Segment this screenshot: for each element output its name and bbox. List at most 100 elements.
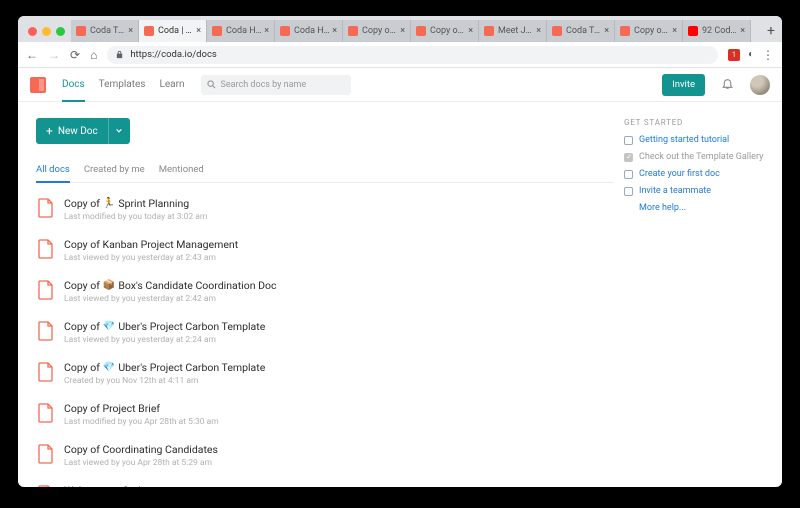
header-nav-item[interactable]: Learn — [159, 69, 184, 101]
forward-icon[interactable]: → — [48, 48, 60, 62]
browser-tab[interactable]: Coda Temp× — [71, 20, 139, 42]
notifications-icon[interactable] — [721, 77, 734, 93]
sidebar-item[interactable]: Getting started tutorial — [624, 135, 764, 145]
doc-icon — [38, 403, 54, 423]
new-doc-button[interactable]: + New Doc — [36, 118, 108, 144]
filter-tab[interactable]: Created by me — [84, 158, 145, 182]
doc-row[interactable]: Copy of 📦 Box's Candidate Coordination D… — [36, 271, 614, 312]
favicon — [76, 26, 86, 36]
close-tab-icon[interactable]: × — [196, 26, 201, 36]
close-tab-icon[interactable]: × — [468, 26, 473, 36]
extension-badge[interactable]: 1 — [728, 49, 740, 61]
doc-row[interactable]: Copy of 💎 Uber's Project Carbon Template… — [36, 312, 614, 353]
omnibox[interactable]: https://coda.io/docs — [107, 46, 718, 64]
browser-menu-icon[interactable]: ⋮ — [762, 48, 774, 62]
search-input[interactable]: Search docs by name — [201, 75, 351, 95]
more-help-link[interactable]: More help... — [639, 203, 764, 213]
doc-emoji: 💎 — [103, 361, 115, 375]
new-doc-dropdown[interactable] — [108, 118, 130, 144]
sidebar-item[interactable]: Invite a teammate — [624, 186, 764, 196]
profile-icon[interactable]: ◐ — [748, 49, 754, 60]
sidebar-item-label: Check out the Template Gallery — [639, 152, 763, 162]
browser-address-bar: ← → ⟳ ⌂ https://coda.io/docs 1 ◐ ⋮ — [18, 42, 782, 68]
doc-meta: Last modified by you today at 3:02 am — [64, 212, 612, 222]
checkbox-icon — [624, 153, 633, 162]
doc-title: Copy of 🏃 Sprint Planning — [64, 197, 612, 211]
checkbox-icon — [624, 170, 633, 179]
doc-row[interactable]: Copy of Coordinating CandidatesLast view… — [36, 435, 614, 476]
browser-tab[interactable]: Meet Jenn× — [479, 20, 547, 42]
doc-title: Copy of 💎 Uber's Project Carbon Template — [64, 361, 612, 375]
tab-title: Coda Temp — [566, 26, 602, 36]
close-tab-icon[interactable]: × — [604, 26, 609, 36]
doc-row[interactable]: Welcome to CodaLast viewed by you Mar 21… — [36, 476, 614, 487]
close-tab-icon[interactable]: × — [128, 26, 133, 36]
doc-icon — [38, 485, 54, 487]
window-controls[interactable] — [24, 27, 71, 42]
browser-tab[interactable]: Copy of 🏃× — [343, 20, 411, 42]
doc-row[interactable]: Copy of Kanban Project ManagementLast vi… — [36, 230, 614, 271]
minimize-window-icon[interactable] — [42, 27, 51, 36]
tab-title: Coda Temp — [90, 26, 126, 36]
sidebar-item-label: Getting started tutorial — [639, 135, 729, 145]
browser-window: Coda Temp×Coda | Docs×Coda Help×Coda Hel… — [18, 16, 782, 487]
browser-tab[interactable]: Coda Help× — [207, 20, 275, 42]
close-tab-icon[interactable]: × — [740, 26, 745, 36]
doc-filters: All docs Created by me Mentioned — [36, 158, 614, 183]
lock-icon — [115, 50, 124, 59]
doc-name: Copy of Coordinating Candidates — [64, 443, 218, 457]
favicon — [212, 26, 222, 36]
browser-tab[interactable]: Coda Temp× — [547, 20, 615, 42]
browser-tab[interactable]: Coda Help× — [275, 20, 343, 42]
avatar[interactable] — [750, 75, 770, 95]
main-column: + New Doc All docs Created by me Mentioned… — [36, 118, 614, 487]
close-tab-icon[interactable]: × — [672, 26, 677, 36]
nav-icons: ← → ⟳ ⌂ — [26, 48, 97, 62]
doc-emoji: 💎 — [103, 320, 115, 334]
close-tab-icon[interactable]: × — [536, 26, 541, 36]
browser-tab[interactable]: Copy of 📦× — [615, 20, 683, 42]
doc-icon — [38, 198, 54, 218]
reload-icon[interactable]: ⟳ — [70, 48, 80, 62]
close-window-icon[interactable] — [28, 27, 37, 36]
header-nav: Docs Templates Learn — [62, 69, 185, 101]
browser-tab[interactable]: 92 Coda R× — [683, 20, 751, 42]
home-icon[interactable]: ⌂ — [90, 48, 97, 62]
doc-title: Copy of Coordinating Candidates — [64, 443, 612, 457]
filter-tab[interactable]: All docs — [36, 158, 70, 183]
checkbox-icon — [624, 187, 633, 196]
doc-list: Copy of 🏃 Sprint PlanningLast modified b… — [36, 189, 614, 487]
browser-tab[interactable]: Copy of Ka× — [411, 20, 479, 42]
sidebar-item[interactable]: Create your first doc — [624, 169, 764, 179]
new-doc-label: New Doc — [58, 126, 98, 137]
close-tab-icon[interactable]: × — [264, 26, 269, 36]
doc-name: Copy of Project Brief — [64, 402, 160, 416]
new-tab-button[interactable]: + — [760, 20, 782, 42]
doc-row[interactable]: Copy of 🏃 Sprint PlanningLast modified b… — [36, 189, 614, 230]
header-nav-item[interactable]: Docs — [62, 69, 85, 102]
invite-button[interactable]: Invite — [662, 74, 705, 96]
tab-title: Copy of 🏃 — [362, 26, 398, 36]
close-tab-icon[interactable]: × — [400, 26, 405, 36]
browser-tab[interactable]: Coda | Docs× — [139, 20, 207, 42]
header-nav-item[interactable]: Templates — [99, 69, 146, 101]
back-icon[interactable]: ← — [26, 48, 38, 62]
coda-logo[interactable] — [30, 77, 46, 93]
browser-tabstrip: Coda Temp×Coda | Docs×Coda Help×Coda Hel… — [18, 16, 782, 42]
doc-title: Copy of Kanban Project Management — [64, 238, 612, 252]
checkbox-icon — [624, 136, 633, 145]
doc-row[interactable]: Copy of Project BriefLast modified by yo… — [36, 394, 614, 435]
sidebar-item[interactable]: Check out the Template Gallery — [624, 152, 764, 162]
doc-name: Uber's Project Carbon Template — [118, 320, 265, 334]
tab-title: Coda | Docs — [158, 26, 194, 36]
browser-tabs: Coda Temp×Coda | Docs×Coda Help×Coda Hel… — [71, 20, 760, 42]
doc-icon — [38, 444, 54, 464]
maximize-window-icon[interactable] — [56, 27, 65, 36]
close-tab-icon[interactable]: × — [332, 26, 337, 36]
tab-title: Coda Help — [294, 26, 330, 36]
new-doc-group: + New Doc — [36, 118, 614, 144]
favicon — [484, 26, 494, 36]
doc-title: Copy of 💎 Uber's Project Carbon Template — [64, 320, 612, 334]
filter-tab[interactable]: Mentioned — [159, 158, 204, 182]
doc-row[interactable]: Copy of 💎 Uber's Project Carbon Template… — [36, 353, 614, 394]
